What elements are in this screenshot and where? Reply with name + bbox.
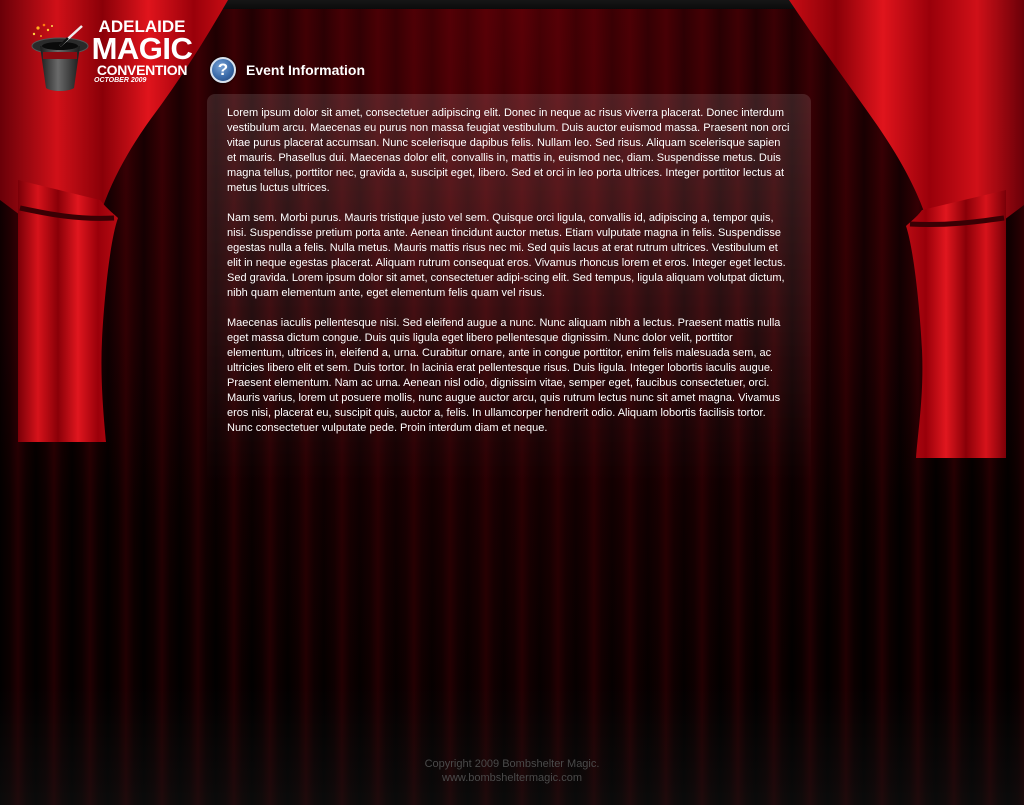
- page-title: Event Information: [246, 62, 366, 78]
- event-information-content: Lorem ipsum dolor sit amet, consectetuer…: [227, 106, 790, 451]
- logo-date: OCTOBER 2009: [94, 77, 147, 84]
- logo-wordmark: ADELAIDE MAGIC CONVENTION OCTOBER 2009: [90, 18, 194, 85]
- copyright-text: Copyright 2009 Bombshelter Magic.: [424, 758, 600, 770]
- site-logo[interactable]: ADELAIDE MAGIC CONVENTION OCTOBER 2009: [26, 14, 198, 92]
- footer: Copyright 2009 Bombshelter Magic. www.bo…: [0, 757, 1024, 785]
- curtain-right: [906, 0, 1006, 458]
- paragraph-2: Nam sem. Morbi purus. Mauris tristique j…: [227, 212, 786, 299]
- floor-glow: [0, 685, 1024, 805]
- paragraph-1: Lorem ipsum dolor sit amet, consectetuer…: [227, 107, 790, 194]
- logo-line-3: CONVENTION: [96, 62, 188, 78]
- footer-url-link[interactable]: www.bombsheltermagic.com: [0, 771, 1024, 785]
- logo-line-2: MAGIC: [91, 31, 193, 66]
- section-heading: ? Event Information: [210, 55, 365, 85]
- paragraph-3: Maecenas iaculis pellentesque nisi. Sed …: [227, 317, 781, 434]
- top-hat-icon: [30, 22, 90, 92]
- help-icon: ?: [210, 57, 236, 83]
